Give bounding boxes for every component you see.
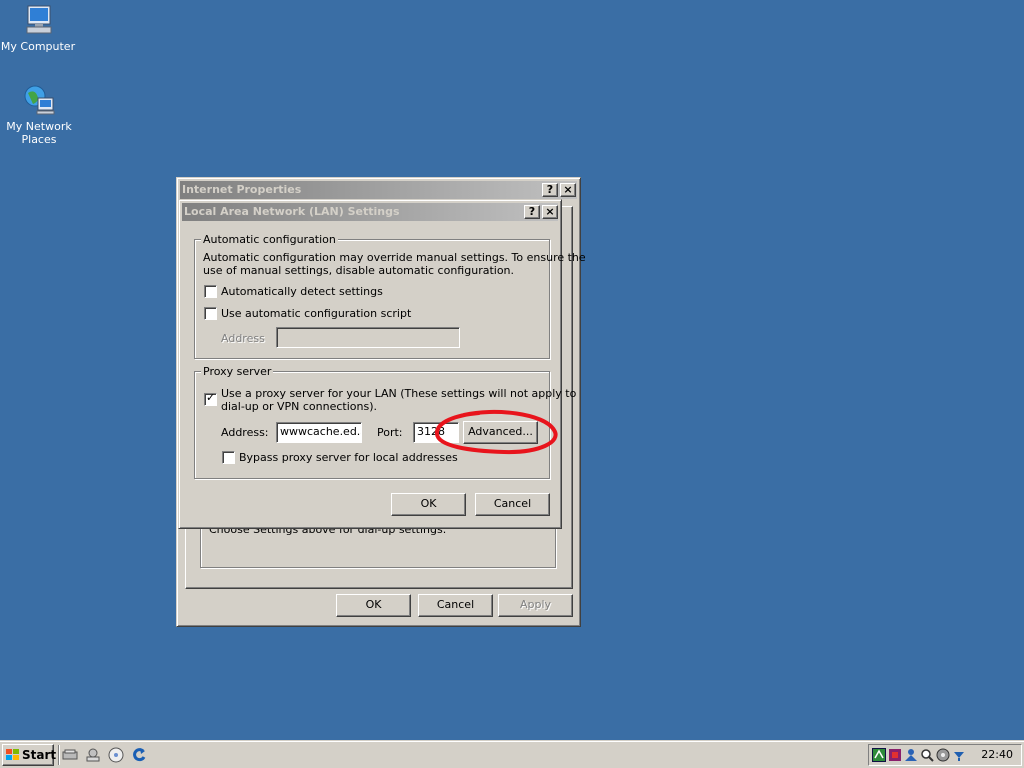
use-proxy-label-line1[interactable]: Use a proxy server for your LAN (These s…: [221, 387, 576, 400]
close-button[interactable]: ×: [560, 183, 576, 197]
system-tray: 22:40: [868, 744, 1022, 766]
taskbar: Start 22:40: [0, 740, 1024, 768]
use-proxy-checkbox[interactable]: ✓: [204, 391, 217, 406]
desktop-icon-my-network-places[interactable]: My Network Places: [1, 83, 77, 146]
help-button[interactable]: ?: [542, 183, 558, 197]
bypass-local-checkbox[interactable]: [222, 451, 235, 464]
script-address-label: Address: [221, 332, 265, 345]
show-desktop-icon[interactable]: [62, 747, 78, 763]
proxy-address-field[interactable]: wwwcache.ed.a: [276, 422, 362, 443]
automatic-configuration-legend: Automatic configuration: [201, 233, 338, 246]
lan-settings-title: Local Area Network (LAN) Settings: [182, 203, 558, 221]
annotation-circle: [435, 409, 558, 455]
network-icon[interactable]: [872, 748, 886, 762]
close-button[interactable]: ×: [542, 205, 558, 219]
auto-detect-checkbox[interactable]: [204, 285, 217, 298]
cancel-button[interactable]: Cancel: [475, 493, 550, 516]
cancel-button[interactable]: Cancel: [418, 594, 493, 617]
bypass-local-label[interactable]: Bypass proxy server for local addresses: [239, 451, 458, 464]
media-player-icon[interactable]: [108, 747, 124, 763]
desktop-icon-label: My Network Places: [6, 120, 72, 146]
start-label: Start: [22, 748, 57, 762]
desktop-icon-my-computer[interactable]: My Computer: [0, 3, 76, 53]
clock: 22:40: [981, 748, 1013, 761]
auto-config-script-checkbox[interactable]: [204, 307, 217, 320]
windows-logo-icon: [6, 749, 19, 761]
auto-config-description-line2: use of manual settings, disable automati…: [203, 264, 515, 277]
proxy-server-legend: Proxy server: [201, 365, 274, 378]
internet-properties-title: Internet Properties: [180, 181, 577, 199]
desktop-icon-label: My Computer: [0, 40, 76, 53]
lan-settings-dialog: Local Area Network (LAN) Settings ? × Au…: [178, 199, 586, 529]
proxy-port-label: Port:: [377, 426, 403, 439]
use-proxy-label-line2[interactable]: dial-up or VPN connections).: [221, 400, 377, 413]
users-icon[interactable]: [904, 748, 918, 762]
refresh-icon[interactable]: [131, 747, 147, 763]
search-icon[interactable]: [920, 748, 934, 762]
connection-icon[interactable]: [952, 748, 966, 762]
my-computer-icon: [21, 3, 55, 37]
auto-detect-label[interactable]: Automatically detect settings: [221, 285, 383, 298]
volume-icon[interactable]: [936, 748, 950, 762]
checkmark-icon: ✓: [206, 391, 216, 404]
my-network-places-icon: [22, 83, 56, 117]
ok-button[interactable]: OK: [391, 493, 466, 516]
auto-config-script-label[interactable]: Use automatic configuration script: [221, 307, 411, 320]
security-icon[interactable]: [888, 748, 902, 762]
quick-launch-separator: [58, 745, 60, 765]
ok-button[interactable]: OK: [336, 594, 411, 617]
help-button[interactable]: ?: [524, 205, 540, 219]
apply-button[interactable]: Apply: [498, 594, 573, 617]
auto-config-description-line1: Automatic configuration may override man…: [203, 251, 586, 264]
server-management-icon[interactable]: [85, 747, 101, 763]
script-address-field[interactable]: [276, 327, 460, 348]
start-button[interactable]: Start: [2, 744, 57, 766]
proxy-address-label: Address:: [221, 426, 269, 439]
